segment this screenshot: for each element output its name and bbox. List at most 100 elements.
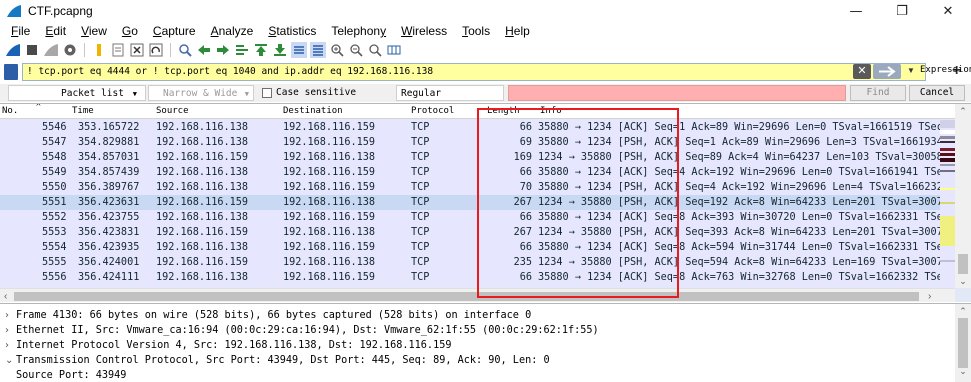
display-filter-bar: ! tcp.port eq 4444 or ! tcp.port eq 1040… xyxy=(0,62,971,82)
find-text-input[interactable] xyxy=(508,85,846,101)
menu-item-statistics[interactable]: Statistics xyxy=(261,24,324,38)
auto-scroll-icon[interactable] xyxy=(291,42,307,58)
packet-cell-no: 5548 xyxy=(42,152,67,163)
apply-filter-arrow-icon[interactable] xyxy=(873,64,901,79)
capture-options-gear-icon[interactable] xyxy=(62,42,78,58)
packet-cell-time: 356.423935 xyxy=(78,242,140,253)
scroll-left-arrow-icon[interactable]: ‹ xyxy=(4,289,7,302)
display-filter-input[interactable]: ! tcp.port eq 4444 or ! tcp.port eq 1040… xyxy=(22,63,926,81)
zoom-in-icon[interactable] xyxy=(329,42,345,58)
scroll-up-arrow-icon[interactable]: ⌃ xyxy=(955,306,971,317)
go-to-packet-icon[interactable] xyxy=(234,42,250,58)
packet-cell-proto: TCP xyxy=(411,197,430,208)
go-forward-arrow-icon[interactable] xyxy=(215,42,231,58)
column-header-protocol[interactable]: Protocol xyxy=(411,104,454,119)
packet-cell-dst: 192.168.116.159 xyxy=(283,272,376,283)
detail-text: Transmission Control Protocol, Src Port:… xyxy=(16,355,550,366)
packet-cell-src: 192.168.116.138 xyxy=(156,137,249,148)
shark-fin-start-icon[interactable] xyxy=(5,42,21,58)
find-charset-select[interactable]: Narrow & Wide ▼ xyxy=(148,85,254,101)
scroll-right-arrow-icon[interactable]: › xyxy=(928,289,931,302)
find-scope-select[interactable]: Packet list ▼ xyxy=(8,85,146,101)
menu-item-view[interactable]: View xyxy=(74,24,115,38)
normal-size-icon[interactable] xyxy=(367,42,383,58)
case-sensitive-checkbox[interactable] xyxy=(262,88,272,98)
menu-item-go[interactable]: Go xyxy=(115,24,146,38)
main-toolbar xyxy=(0,40,971,60)
packet-cell-time: 354.829881 xyxy=(78,137,140,148)
menu-item-edit[interactable]: Edit xyxy=(38,24,74,38)
scroll-up-arrow-icon[interactable]: ⌃ xyxy=(955,106,971,117)
packet-cell-dst: 192.168.116.138 xyxy=(283,257,376,268)
chevron-down-icon: ▼ xyxy=(244,90,249,98)
toolbar-separator xyxy=(84,43,85,57)
details-vertical-scrollbar[interactable]: ⌃ ⌄ xyxy=(955,304,971,382)
menu-item-telephony[interactable]: Telephony xyxy=(324,24,394,38)
go-first-packet-icon[interactable] xyxy=(253,42,269,58)
packet-cell-src: 192.168.116.159 xyxy=(156,257,249,268)
column-header-no[interactable]: No. xyxy=(2,104,18,119)
resize-columns-icon[interactable] xyxy=(386,42,402,58)
case-sensitive-label: Case sensitive xyxy=(276,87,357,98)
stop-square-icon[interactable] xyxy=(24,42,40,58)
packet-list-vertical-scrollbar[interactable]: ⌃ ⌄ xyxy=(955,104,971,288)
open-file-icon[interactable] xyxy=(91,42,107,58)
scrollbar-thumb[interactable] xyxy=(14,292,919,301)
packet-cell-no: 5549 xyxy=(42,167,67,178)
packet-minimap[interactable] xyxy=(940,120,955,287)
packet-cell-dst: 192.168.116.159 xyxy=(283,137,376,148)
close-file-icon[interactable] xyxy=(129,42,145,58)
scrollbar-thumb[interactable] xyxy=(958,318,968,368)
column-header-destination[interactable]: Destination xyxy=(283,104,343,119)
menu-item-help[interactable]: Help xyxy=(498,24,538,38)
find-mode-select[interactable]: Regular Expression▼ xyxy=(396,85,504,115)
colorize-icon[interactable] xyxy=(310,42,326,58)
reload-file-icon[interactable] xyxy=(148,42,164,58)
menu-item-capture[interactable]: Capture xyxy=(146,24,204,38)
find-button[interactable]: Find xyxy=(850,85,906,101)
go-back-arrow-icon[interactable] xyxy=(196,42,212,58)
packet-cell-proto: TCP xyxy=(411,242,430,253)
detail-text: Source Port: 43949 xyxy=(16,370,127,381)
packet-cell-src: 192.168.116.159 xyxy=(156,152,249,163)
maximize-button[interactable]: ❐ xyxy=(879,0,925,22)
go-last-packet-icon[interactable] xyxy=(272,42,288,58)
cancel-find-button[interactable]: Cancel xyxy=(909,85,965,101)
packet-cell-src: 192.168.116.159 xyxy=(156,227,249,238)
sort-indicator-icon: ^ xyxy=(36,103,41,111)
minimize-button[interactable]: — xyxy=(833,0,879,22)
column-header-time[interactable]: Time xyxy=(72,104,94,119)
packet-cell-time: 356.389767 xyxy=(78,182,140,193)
wireshark-fin-icon xyxy=(7,5,21,17)
collapsed-chevron-icon[interactable]: › xyxy=(5,338,9,353)
column-header-source[interactable]: Source xyxy=(156,104,189,119)
clear-filter-icon[interactable]: ✕ xyxy=(853,64,871,79)
zoom-out-icon[interactable] xyxy=(348,42,364,58)
filter-bookmark-icon[interactable] xyxy=(4,64,18,80)
save-file-icon[interactable] xyxy=(110,42,126,58)
collapsed-chevron-icon[interactable]: › xyxy=(5,308,9,323)
chevron-down-icon: ▼ xyxy=(132,90,137,98)
menu-item-file[interactable]: File xyxy=(4,24,38,38)
packet-cell-time: 356.423831 xyxy=(78,227,140,238)
scroll-down-arrow-icon[interactable]: ⌄ xyxy=(955,276,971,287)
restart-capture-icon[interactable] xyxy=(43,42,59,58)
menu-item-analyze[interactable]: Analyze xyxy=(204,24,262,38)
expression-label[interactable]: Expression… xyxy=(920,65,971,75)
menu-item-tools[interactable]: Tools xyxy=(455,24,498,38)
packet-cell-time: 354.857439 xyxy=(78,167,140,178)
packet-cell-no: 5547 xyxy=(42,137,67,148)
packet-cell-no: 5546 xyxy=(42,122,67,133)
scrollbar-thumb[interactable] xyxy=(958,254,968,274)
title-bar: CTF.pcapng — ❐ ✕ xyxy=(0,0,971,22)
collapsed-chevron-icon[interactable]: › xyxy=(5,323,9,338)
filter-history-dropdown-icon[interactable]: ▼ xyxy=(907,66,915,75)
window-controls: — ❐ ✕ xyxy=(833,0,971,22)
find-packet-icon[interactable] xyxy=(177,42,193,58)
expanded-chevron-icon[interactable]: ⌄ xyxy=(5,353,13,368)
menu-item-wireless[interactable]: Wireless xyxy=(394,24,455,38)
detail-text: Internet Protocol Version 4, Src: 192.16… xyxy=(16,340,452,351)
close-button[interactable]: ✕ xyxy=(925,0,971,22)
scroll-down-arrow-icon[interactable]: ⌄ xyxy=(955,366,971,377)
packet-cell-proto: TCP xyxy=(411,212,430,223)
